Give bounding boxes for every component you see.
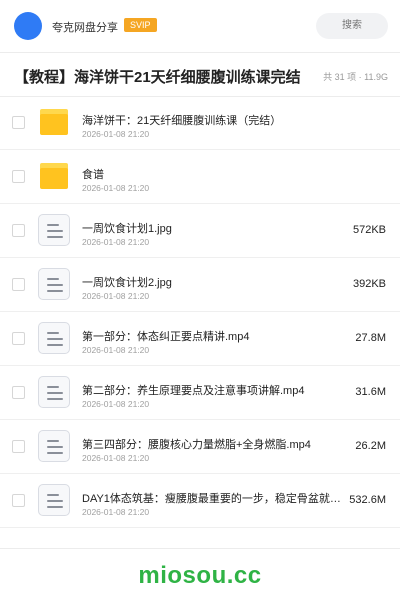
item-size: 532.6M [349, 494, 386, 506]
item-name: 海洋饼干：21天纤细腰腹训练课（完结） [82, 115, 282, 127]
site-name: 夸克网盘分享 [52, 22, 118, 34]
item-name: 一周饮食计划2.jpg [82, 277, 172, 289]
row-checkbox[interactable] [12, 278, 25, 291]
svip-badge: SVIP [124, 18, 157, 32]
list-item[interactable]: 海洋饼干：21天纤细腰腹训练课（完结） 2026-01-08 21:20 [0, 96, 400, 150]
item-size: 572KB [352, 224, 386, 236]
file-doc-icon [38, 322, 70, 354]
folder-icon [40, 163, 68, 189]
row-checkbox[interactable] [12, 332, 25, 345]
item-name: 第一部分：体态纠正要点精讲.mp4 [82, 331, 250, 343]
watermark: miosou.cc [138, 562, 262, 589]
list-item[interactable]: 一周饮食计划2.jpg 2026-01-08 21:20 392KB [0, 258, 400, 312]
item-name: 第三四部分：腰腹核心力量燃脂+全身燃脂.mp4 [82, 439, 311, 451]
row-checkbox[interactable] [12, 386, 25, 399]
item-name: DAY1体态筑基：瘦腰腹最重要的一步，稳定骨盆就是… [82, 493, 350, 505]
item-date: 2026-01-08 21:20 [82, 345, 150, 355]
avatar[interactable] [14, 12, 42, 40]
list-item[interactable]: 第一部分：体态纠正要点精讲.mp4 2026-01-08 21:20 27.8M [0, 312, 400, 366]
page-title: 【教程】海洋饼干21天纤细腰腹训练课完结 [14, 69, 301, 86]
list-item[interactable]: 一周饮食计划1.jpg 2026-01-08 21:20 572KB [0, 204, 400, 258]
item-size: 27.8M [355, 332, 386, 344]
row-checkbox[interactable] [12, 494, 25, 507]
row-checkbox[interactable] [12, 224, 25, 237]
file-doc-icon [38, 484, 70, 516]
item-size: 31.6M [355, 386, 386, 398]
item-date: 2026-01-08 21:20 [82, 399, 150, 409]
item-name: 第二部分：养生原理要点及注意事项讲解.mp4 [82, 385, 305, 397]
row-checkbox[interactable] [12, 170, 25, 183]
share-title-row: 【教程】海洋饼干21天纤细腰腹训练课完结 共 31 项 · 11.9G [0, 58, 400, 92]
item-date: 2026-01-08 21:20 [82, 291, 150, 301]
list-item[interactable]: 食谱 2026-01-08 21:20 [0, 150, 400, 204]
item-date: 2026-01-08 21:20 [82, 507, 150, 517]
item-name: 一周饮食计划1.jpg [82, 223, 172, 235]
item-date: 2026-01-08 21:20 [82, 129, 150, 139]
top-bar: 夸克网盘分享 SVIP [0, 0, 400, 52]
share-meta: 共 31 项 · 11.9G [323, 72, 388, 82]
footer-divider [0, 548, 400, 549]
header-divider [0, 52, 400, 53]
row-checkbox[interactable] [12, 440, 25, 453]
item-date: 2026-01-08 21:20 [82, 237, 150, 247]
file-doc-icon [38, 214, 70, 246]
search-input[interactable] [316, 13, 388, 39]
file-list: 海洋饼干：21天纤细腰腹训练课（完结） 2026-01-08 21:20 食谱 202… [0, 96, 400, 528]
item-name: 食谱 [82, 169, 104, 181]
list-item[interactable]: DAY1体态筑基：瘦腰腹最重要的一步，稳定骨盆就是… 2026-01-08 21:… [0, 474, 400, 528]
list-item[interactable]: 第三四部分：腰腹核心力量燃脂+全身燃脂.mp4 2026-01-08 21:20 2… [0, 420, 400, 474]
file-doc-icon [38, 268, 70, 300]
item-size: 26.2M [355, 440, 386, 452]
folder-icon [40, 109, 68, 135]
list-item[interactable]: 第二部分：养生原理要点及注意事项讲解.mp4 2026-01-08 21:20 31… [0, 366, 400, 420]
item-size: 392KB [352, 278, 386, 290]
file-doc-icon [38, 376, 70, 408]
row-checkbox[interactable] [12, 116, 25, 129]
file-doc-icon [38, 430, 70, 462]
item-date: 2026-01-08 21:20 [82, 453, 150, 463]
item-date: 2026-01-08 21:20 [82, 183, 150, 193]
